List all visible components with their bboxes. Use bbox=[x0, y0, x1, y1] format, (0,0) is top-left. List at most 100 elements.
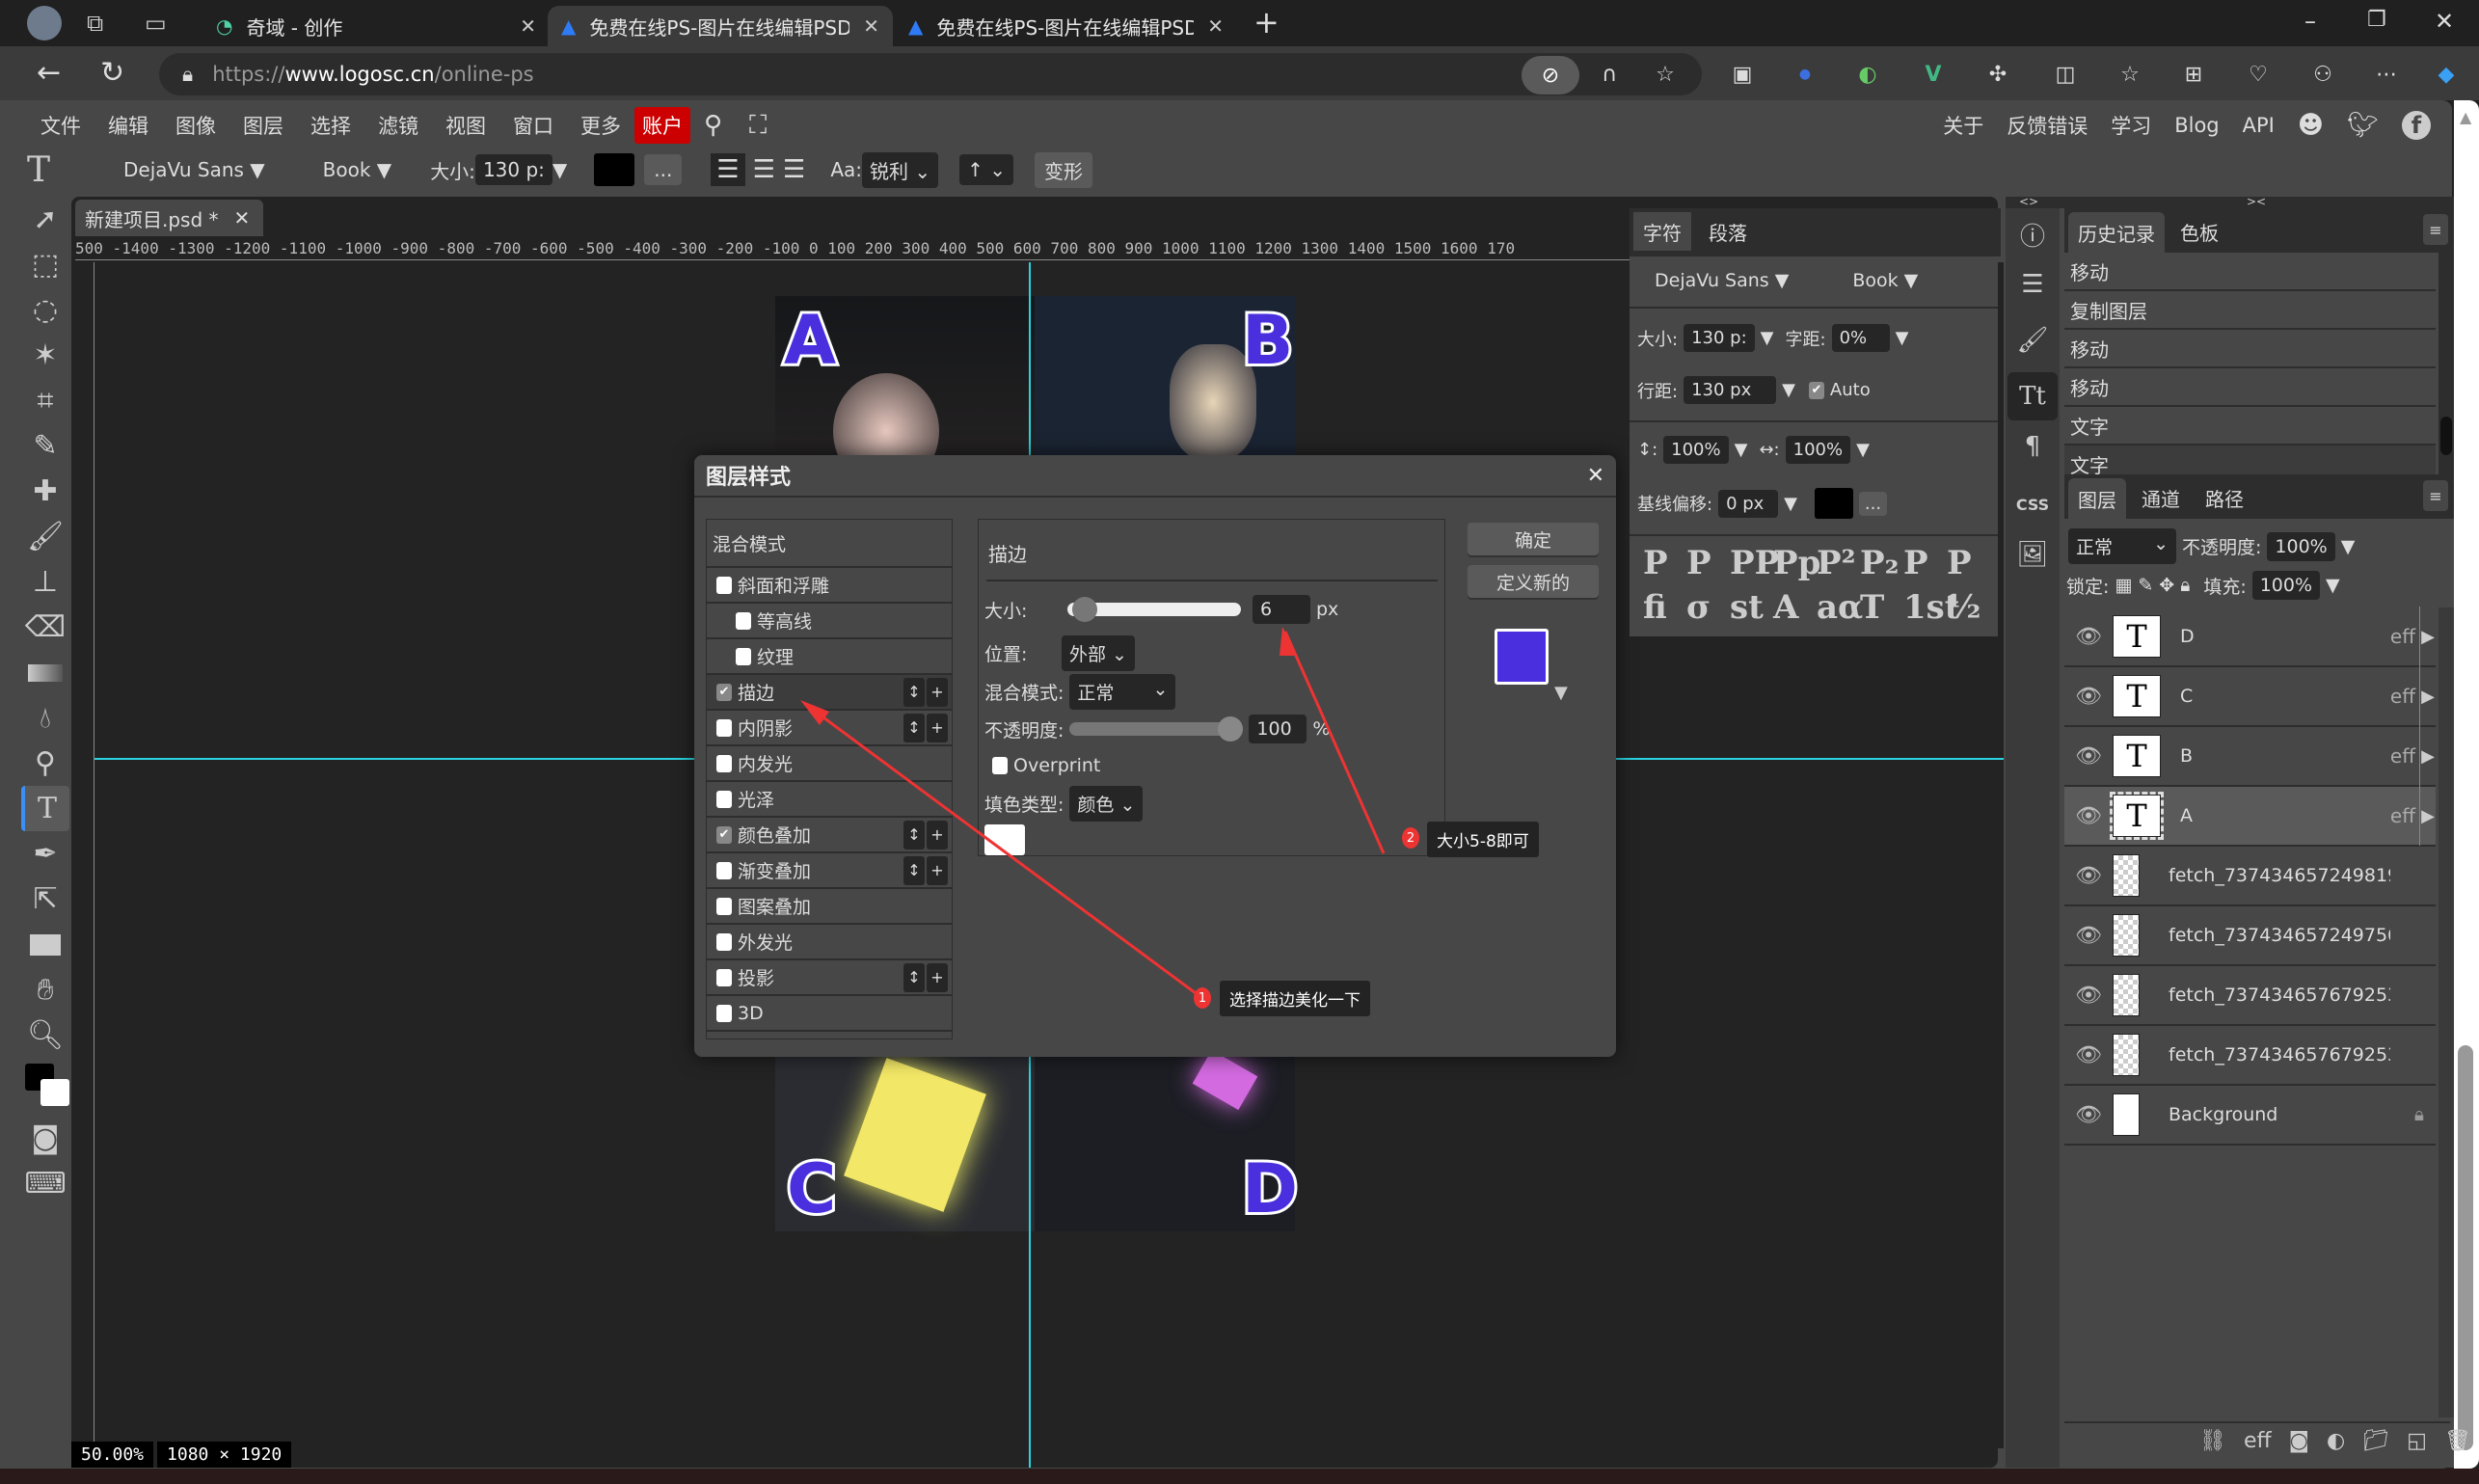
layers-menu-icon[interactable]: ≡ bbox=[2423, 480, 2448, 511]
visibility-eye-icon[interactable]: 👁︎ bbox=[2064, 864, 2113, 888]
layer-name[interactable]: fetch_737434657249756 bbox=[2169, 925, 2390, 946]
visibility-eye-icon[interactable]: 👁︎ bbox=[2064, 685, 2113, 709]
new-layer-icon[interactable]: ◱ bbox=[2407, 1429, 2427, 1453]
new-group-icon[interactable]: 📁︎ bbox=[2362, 1429, 2389, 1453]
glyph-option-button[interactable]: P bbox=[1643, 544, 1668, 582]
tab-layers[interactable]: 图层 bbox=[2068, 478, 2126, 519]
layer-blend-select[interactable]: 正常 ⌄ bbox=[2068, 528, 2176, 564]
glyph-option-button[interactable]: st bbox=[1730, 588, 1764, 627]
layer-row[interactable]: 👁︎ fetch_737434657679253 bbox=[2064, 966, 2436, 1026]
layer-row[interactable]: 👁︎ T Deff ▶ bbox=[2064, 607, 2436, 667]
layer-row[interactable]: 👁︎ fetch_737434657249819 bbox=[2064, 847, 2436, 906]
char-weight-dropdown[interactable]: Book ▼ bbox=[1852, 270, 1918, 291]
brush-settings-icon[interactable]: 🖌︎ bbox=[2007, 316, 2058, 364]
add-mask-icon[interactable]: ◙ bbox=[2289, 1429, 2309, 1453]
fill-input[interactable]: 100% bbox=[2251, 571, 2321, 600]
tab-paragraph[interactable]: 段落 bbox=[1699, 212, 1757, 251]
glyph-option-button[interactable]: σ bbox=[1686, 588, 1711, 627]
char-leading-input[interactable]: 130 px bbox=[1684, 376, 1777, 404]
glyph-option-button[interactable]: P bbox=[1947, 544, 1972, 582]
glyph-option-button[interactable]: P bbox=[1903, 544, 1928, 582]
layer-name[interactable]: fetch_737434657679253 bbox=[2169, 985, 2390, 1006]
lock-pixels-icon[interactable]: ✎ bbox=[2138, 575, 2153, 596]
layer-effects-icon[interactable]: eff bbox=[2244, 1429, 2272, 1453]
expand-effects-icon[interactable]: ▶ bbox=[2420, 746, 2436, 767]
layers-scrollbar[interactable] bbox=[2439, 607, 2454, 1417]
scrollbar-thumb[interactable] bbox=[2440, 417, 2452, 455]
visibility-eye-icon[interactable]: 👁︎ bbox=[2064, 984, 2113, 1008]
char-color-swatch[interactable] bbox=[1814, 488, 1853, 519]
tab-character[interactable]: 字符 bbox=[1633, 212, 1691, 251]
layer-effects-badge[interactable]: eff bbox=[2390, 726, 2420, 786]
layer-effects-badge[interactable]: eff bbox=[2390, 786, 2420, 846]
layer-effects-badge[interactable]: eff bbox=[2390, 666, 2420, 726]
layer-row[interactable]: 👁︎ Background 🔒︎ bbox=[2064, 1086, 2436, 1146]
visibility-eye-icon[interactable]: 👁︎ bbox=[2064, 804, 2113, 828]
glyph-option-button[interactable]: ½ bbox=[1947, 588, 1981, 627]
layer-row[interactable]: 👁︎ fetch_737434657679253 bbox=[2064, 1026, 2436, 1086]
visibility-eye-icon[interactable]: 👁︎ bbox=[2064, 924, 2113, 948]
tab-history[interactable]: 历史记录 bbox=[2068, 212, 2165, 253]
char-tracking-input[interactable]: 0% bbox=[1831, 324, 1890, 352]
lock-all-icon[interactable]: 🔒︎ bbox=[2180, 575, 2190, 596]
visibility-eye-icon[interactable]: 👁︎ bbox=[2064, 625, 2113, 649]
history-item[interactable]: 移动 bbox=[2064, 253, 2436, 291]
history-menu-icon[interactable]: ≡ bbox=[2423, 214, 2448, 245]
layer-row[interactable]: 👁︎ T Ceff ▶ bbox=[2064, 666, 2436, 727]
layer-row[interactable]: 👁︎ fetch_737434657249756 bbox=[2064, 906, 2436, 966]
history-item[interactable]: 移动 bbox=[2064, 330, 2436, 368]
dropdown-icon[interactable]: ▼ bbox=[2341, 536, 2356, 557]
layer-name[interactable]: fetch_737434657249819 bbox=[2169, 865, 2390, 886]
layer-effects-badge[interactable]: eff bbox=[2390, 607, 2420, 666]
layer-opacity-input[interactable]: 100% bbox=[2267, 531, 2335, 561]
baseline-shift-input[interactable]: 0 px bbox=[1718, 489, 1779, 518]
visibility-eye-icon[interactable]: 👁︎ bbox=[2064, 1103, 2113, 1127]
vertical-scale-input[interactable]: 100% bbox=[1663, 436, 1729, 464]
layer-row[interactable]: 👁︎ T Aeff ▶ bbox=[2064, 786, 2436, 847]
panel-collapse-bar[interactable]: <> >< bbox=[2006, 195, 2454, 208]
expand-effects-icon[interactable]: ▶ bbox=[2420, 687, 2436, 707]
dropdown-icon[interactable]: ▼ bbox=[1896, 328, 1909, 348]
horizontal-scale-input[interactable]: 100% bbox=[1785, 436, 1851, 464]
layer-row[interactable]: 👁︎ T Beff ▶ bbox=[2064, 726, 2436, 787]
collapse-icon[interactable]: >< bbox=[2247, 195, 2266, 208]
glyph-option-button[interactable]: PP bbox=[1730, 544, 1779, 582]
dropdown-icon[interactable]: ▼ bbox=[1735, 440, 1748, 460]
link-layers-icon[interactable]: ⛓ bbox=[2199, 1429, 2226, 1453]
dropdown-icon[interactable]: ▼ bbox=[1784, 494, 1797, 514]
visibility-eye-icon[interactable]: 👁︎ bbox=[2064, 744, 2113, 769]
history-item[interactable]: 移动 bbox=[2064, 368, 2436, 407]
expand-icon[interactable]: <> bbox=[2019, 195, 2038, 208]
layer-name[interactable]: fetch_737434657679253 bbox=[2169, 1044, 2390, 1066]
dropdown-icon[interactable]: ▼ bbox=[2326, 575, 2340, 596]
history-item[interactable]: 文字 bbox=[2064, 407, 2436, 445]
adjustment-layer-icon[interactable]: ◐ bbox=[2327, 1429, 2345, 1453]
dropdown-icon[interactable]: ▼ bbox=[1761, 328, 1774, 348]
char-color-more-button[interactable]: ... bbox=[1858, 491, 1888, 516]
tab-channels[interactable]: 通道 bbox=[2132, 478, 2190, 517]
glyph-option-button[interactable]: aα bbox=[1817, 588, 1863, 627]
glyph-option-button[interactable]: T bbox=[1860, 588, 1884, 627]
dropdown-icon[interactable]: ▼ bbox=[1782, 380, 1795, 400]
css-icon[interactable]: CSS bbox=[2007, 480, 2058, 528]
history-scrollbar[interactable] bbox=[2439, 253, 2454, 474]
expand-effects-icon[interactable]: ▶ bbox=[2420, 627, 2436, 647]
layer-name[interactable]: A bbox=[2180, 805, 2193, 826]
info-icon[interactable]: ⓘ bbox=[2007, 210, 2058, 258]
dropdown-icon[interactable]: ▼ bbox=[1856, 440, 1870, 460]
char-size-input[interactable]: 130 p: bbox=[1684, 324, 1755, 352]
paragraph-icon[interactable]: ¶ bbox=[2007, 422, 2058, 471]
character-icon[interactable]: Tt bbox=[2007, 372, 2058, 420]
layer-name[interactable]: Background bbox=[2169, 1104, 2277, 1125]
glyph-option-button[interactable]: A bbox=[1773, 588, 1798, 627]
tab-paths[interactable]: 路径 bbox=[2196, 478, 2253, 517]
char-font-dropdown[interactable]: DejaVu Sans ▼ bbox=[1655, 270, 1789, 291]
expand-effects-icon[interactable]: ▶ bbox=[2420, 806, 2436, 826]
layer-name[interactable]: C bbox=[2180, 686, 2193, 707]
glyph-option-button[interactable]: P bbox=[1686, 544, 1711, 582]
visibility-eye-icon[interactable]: 👁︎ bbox=[2064, 1043, 2113, 1067]
glyph-option-button[interactable]: P² bbox=[1817, 544, 1855, 582]
layer-name[interactable]: D bbox=[2180, 626, 2195, 647]
delete-layer-icon[interactable]: 🗑︎ bbox=[2444, 1429, 2471, 1453]
glyph-option-button[interactable]: P₂ bbox=[1860, 544, 1899, 582]
